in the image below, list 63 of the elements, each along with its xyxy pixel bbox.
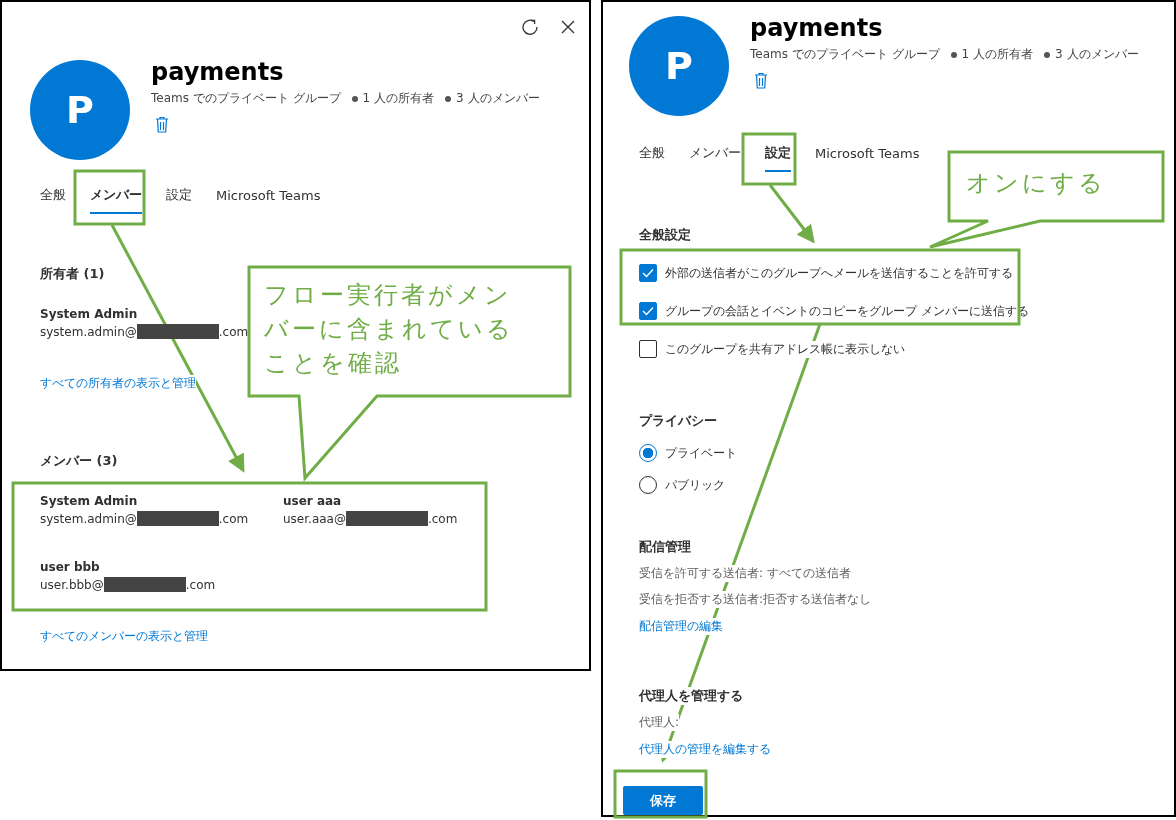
group-info: Teams でのプライベート グループ [151, 90, 341, 107]
group-avatar: P [30, 60, 130, 160]
checkmark-icon [642, 268, 654, 278]
checkbox-label: グループの会話とイベントのコピーをグループ メンバーに送信する [665, 302, 1029, 320]
info-text: 受信を拒否する送信者:拒否する送信者なし [639, 591, 872, 608]
person-name: user bbb [40, 560, 100, 574]
radio-button[interactable] [639, 444, 657, 462]
section-heading: 全般設定 [639, 226, 691, 244]
separator-dot [351, 95, 358, 102]
email-text: system.admin@ [40, 324, 137, 339]
checkmark-icon [642, 306, 654, 316]
callout-text: オンにする [966, 168, 1106, 199]
close-icon[interactable] [561, 20, 575, 34]
tab[interactable]: 全般 [40, 180, 66, 214]
refresh-icon[interactable] [521, 18, 539, 36]
section-heading: 代理人を管理する [639, 687, 743, 705]
edit-link[interactable]: 配信管理の編集 [639, 618, 723, 635]
email-text: system.admin@ [40, 511, 137, 526]
email-text: user.aaa@ [283, 511, 346, 526]
group-info: 3 人のメンバー [456, 90, 540, 107]
person-name: System Admin [40, 307, 138, 321]
person-name: System Admin [40, 494, 138, 508]
group-info: 3 人のメンバー [1055, 46, 1139, 63]
separator-dot [950, 51, 957, 58]
tab[interactable]: Microsoft Teams [815, 138, 920, 172]
separator-dot [445, 95, 452, 102]
info-text: 代理人: [639, 714, 680, 731]
checkbox[interactable] [639, 302, 657, 320]
group-info: 1 人の所有者 [362, 90, 435, 107]
callout-text: フロー実行者がメン バーに含まれている ことを確認 [264, 280, 514, 379]
delete-icon[interactable] [754, 72, 768, 89]
group-title: payments [151, 58, 284, 86]
tab[interactable]: 設定 [765, 138, 791, 172]
highlight-frame [741, 132, 797, 186]
edit-link[interactable]: 代理人の管理を編集する [639, 741, 771, 758]
manage-link[interactable]: すべてのメンバーの表示と管理 [40, 628, 208, 645]
checkbox-label: このグループを共有アドレス帳に表示しない [665, 340, 905, 358]
group-info: Teams でのプライベート グループ [750, 46, 940, 63]
tab[interactable]: 全般 [639, 138, 665, 172]
tab[interactable]: メンバー [90, 180, 142, 214]
section-heading: 配信管理 [639, 538, 691, 556]
section-heading: プライバシー [639, 412, 717, 430]
manage-link[interactable]: すべての所有者の表示と管理 [40, 375, 196, 392]
tab[interactable]: Microsoft Teams [216, 180, 321, 214]
group-info: 1 人の所有者 [961, 46, 1034, 63]
group-title: payments [750, 14, 883, 42]
delete-icon[interactable] [155, 116, 169, 133]
checkbox[interactable] [639, 340, 657, 358]
section-heading: メンバー (3) [40, 452, 118, 470]
save-button[interactable]: 保存 [623, 786, 703, 815]
radio-label: パブリック [665, 476, 725, 494]
section-heading: 所有者 (1) [40, 265, 105, 283]
radio-button[interactable] [639, 476, 657, 494]
tab[interactable]: 設定 [166, 180, 192, 214]
tab[interactable]: メンバー [689, 138, 741, 172]
checkbox[interactable] [639, 264, 657, 282]
separator-dot [1044, 51, 1051, 58]
checkbox-label: 外部の送信者がこのグループへメールを送信することを許可する [665, 264, 1013, 282]
group-avatar: P [629, 16, 729, 116]
info-text: 受信を許可する送信者: すべての送信者 [639, 565, 851, 582]
arrow [768, 184, 815, 244]
email-text: user.bbb@ [40, 577, 104, 592]
radio-label: プライベート [665, 444, 737, 462]
